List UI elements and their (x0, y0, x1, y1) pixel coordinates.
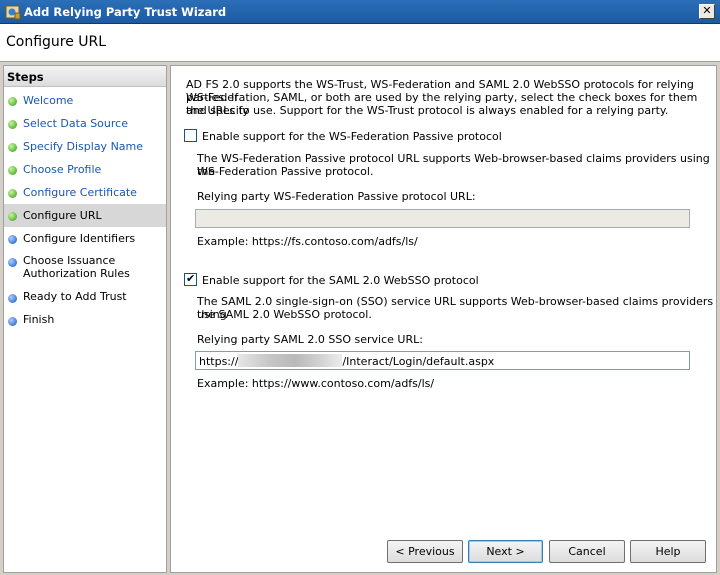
wsfed-example: Example: https://fs.contoso.com/adfs/ls/ (197, 235, 418, 248)
wsfed-checkbox[interactable] (184, 129, 197, 142)
step-configure-certificate[interactable]: Configure Certificate (4, 181, 166, 204)
next-button[interactable]: Next > (468, 540, 543, 563)
wsfed-url-input[interactable] (195, 209, 690, 228)
steps-pane: Steps Welcome Select Data Source Specify… (3, 65, 167, 573)
wsfed-checkbox-label[interactable]: Enable support for the WS-Federation Pas… (202, 130, 502, 143)
step-choose-profile[interactable]: Choose Profile (4, 158, 166, 181)
step-label: Ready to Add Trust (23, 290, 127, 303)
wsfed-url-label: Relying party WS-Federation Passive prot… (197, 190, 476, 203)
step-finish: Finish (4, 309, 166, 332)
current-step-icon (8, 212, 17, 221)
page-title: Configure URL (6, 34, 107, 50)
step-label: Select Data Source (23, 117, 128, 130)
saml-url-suffix: /Interact/Login/default.aspx (342, 355, 495, 368)
redacted-host (238, 354, 343, 367)
pending-step-icon (8, 235, 17, 244)
saml-checkbox[interactable] (184, 272, 197, 286)
step-label: Configure URL (23, 209, 102, 222)
completed-step-icon (8, 143, 17, 152)
close-icon[interactable]: ✕ (699, 4, 715, 19)
step-select-data-source[interactable]: Select Data Source (4, 112, 166, 135)
content-pane: AD FS 2.0 supports the WS-Trust, WS-Fede… (170, 65, 717, 573)
step-label-line-2: Authorization Rules (23, 267, 130, 280)
step-configure-identifiers: Configure Identifiers (4, 227, 166, 250)
step-label: Welcome (23, 94, 74, 107)
completed-step-icon (8, 166, 17, 175)
step-label: Specify Display Name (23, 140, 144, 153)
saml-example: Example: https://www.contoso.com/adfs/ls… (197, 377, 435, 390)
completed-step-icon (8, 189, 17, 198)
saml-url-label: Relying party SAML 2.0 SSO service URL: (197, 333, 423, 346)
saml-url-prefix: https:// (199, 355, 239, 368)
page-header: Configure URL (0, 24, 720, 62)
steps-header: Steps (4, 66, 166, 87)
saml-url-input[interactable]: https:// /Interact/Login/default.aspx (195, 351, 690, 370)
help-button[interactable]: Help (630, 540, 706, 563)
step-specify-display-name[interactable]: Specify Display Name (4, 135, 166, 158)
step-label: Configure Certificate (23, 186, 137, 199)
pending-step-icon (8, 294, 17, 303)
wizard-icon (5, 5, 21, 20)
saml-description-line-2: the SAML 2.0 WebSSO protocol. (197, 308, 372, 321)
steps-heading: Steps (7, 70, 44, 84)
step-welcome[interactable]: Welcome (4, 89, 166, 112)
completed-step-icon (8, 97, 17, 106)
window-title: Add Relying Party Trust Wizard (24, 5, 227, 19)
previous-button[interactable]: < Previous (387, 540, 463, 563)
cancel-button[interactable]: Cancel (549, 540, 625, 563)
intro-line-3: the URLs to use. Support for the WS-Trus… (186, 104, 669, 117)
title-bar: Add Relying Party Trust Wizard ✕ (0, 0, 720, 24)
saml-checkbox-label[interactable]: Enable support for the SAML 2.0 WebSSO p… (202, 274, 479, 287)
step-label: Configure Identifiers (23, 232, 136, 245)
completed-step-icon (8, 120, 17, 129)
pending-step-icon (8, 317, 17, 326)
step-label: Choose Profile (23, 163, 102, 176)
step-label: Finish (23, 313, 55, 326)
pending-step-icon (8, 258, 17, 267)
step-ready-to-add-trust: Ready to Add Trust (4, 286, 166, 309)
step-choose-issuance-authorization-rules: Choose Issuance Authorization Rules (4, 250, 166, 286)
step-configure-url[interactable]: Configure URL (4, 204, 166, 227)
wsfed-description-line-2: WS-Federation Passive protocol. (197, 165, 374, 178)
step-label-line-1: Choose Issuance (23, 254, 116, 267)
